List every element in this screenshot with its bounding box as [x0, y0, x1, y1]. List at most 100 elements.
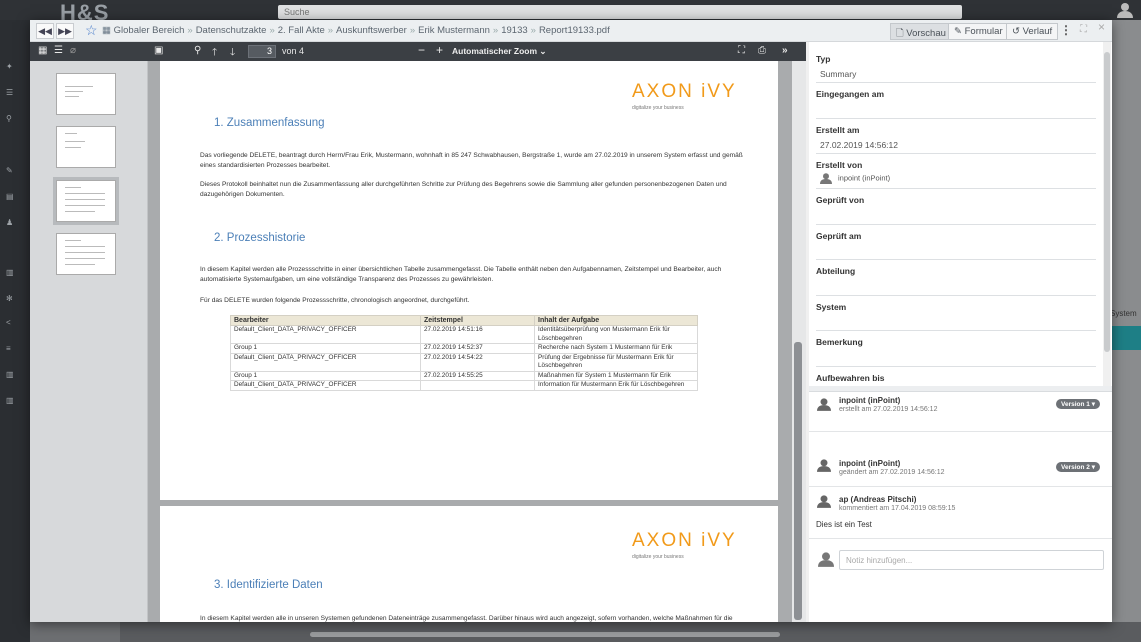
user-avatar-icon: [817, 398, 831, 411]
outline-view-icon[interactable]: ☰: [54, 45, 63, 56]
table-cell: 27.02.2019 14:51:16: [420, 325, 535, 344]
sidebar-icon[interactable]: ▥: [6, 268, 14, 277]
table-cell: Identitätsüberprüfung von Mustermann Eri…: [534, 325, 698, 344]
sidebar-icon[interactable]: ▤: [6, 192, 14, 201]
form-scrollbar-thumb[interactable]: [1104, 52, 1110, 352]
breadcrumb-item[interactable]: Auskunftswerber: [336, 25, 407, 36]
page-count: von 4: [282, 46, 305, 56]
section-heading: 2. Prozesshistorie: [214, 232, 306, 244]
global-search-input[interactable]: Suche: [278, 5, 962, 19]
table-row: Default_Client_DATA_PRIVACY_OFFICER 27.02…: [230, 352, 698, 372]
close-icon[interactable]: ×: [1098, 20, 1105, 34]
tools-menu-icon[interactable]: »: [782, 45, 788, 56]
geprueft-am-field[interactable]: [816, 259, 1096, 260]
history-tab-button[interactable]: ↺ Verlauf: [1006, 23, 1059, 40]
preview-tab-button[interactable]: 🗋 Vorschau: [890, 23, 952, 40]
sidebar-icon[interactable]: ✦: [6, 62, 13, 71]
table-row: Group 1 27.02.2019 14:52:37 Recherche nach…: [230, 343, 698, 354]
page-thumbnail[interactable]: [56, 73, 116, 115]
axon-ivy-logo: AXON iVY: [632, 81, 737, 103]
history-icon: ↺: [1012, 26, 1020, 37]
field-label: Erstellt am: [816, 125, 860, 135]
page-thumbnail[interactable]: [56, 126, 116, 168]
user-avatar-icon[interactable]: [1116, 2, 1134, 18]
chevron-down-icon: ▾: [1091, 401, 1095, 408]
field-label: Geprüft von: [816, 195, 865, 205]
fullscreen-icon[interactable]: ⛶: [1080, 24, 1087, 35]
sidebar-icon[interactable]: ✎: [6, 166, 13, 175]
zoom-select[interactable]: Automatischer Zoom ⌄: [452, 46, 547, 57]
forward-button[interactable]: ▶▶: [56, 23, 74, 39]
background-scrollbar[interactable]: [310, 632, 780, 637]
page-number-input[interactable]: 3: [248, 45, 276, 58]
history-entry: ap (Andreas Pitschi) kommentiert am 17.0…: [809, 487, 1112, 539]
search-icon[interactable]: ⚲: [6, 114, 12, 123]
section-heading: 1. Zusammenfassung: [214, 117, 325, 129]
arrow-down-icon[interactable]: 🡓: [230, 45, 235, 62]
favorite-star-icon[interactable]: ☆: [85, 22, 98, 39]
table-cell: Maßnahmen für System 1 Mustermann für Er…: [534, 370, 698, 381]
pane-splitter[interactable]: [809, 386, 1112, 392]
file-icon: 🗋: [896, 28, 904, 39]
table-cell: Prüfung der Ergebnisse für Mustermann Er…: [534, 352, 698, 372]
sidebar-icon[interactable]: ▥: [6, 370, 14, 379]
search-icon[interactable]: ⚲: [194, 45, 201, 56]
zoom-in-icon[interactable]: +: [436, 43, 443, 57]
page-thumbnail[interactable]: [56, 233, 116, 275]
field-label: Aufbewahren bis: [816, 373, 885, 383]
toggle-sidebar-icon[interactable]: ▣: [154, 45, 163, 56]
table-cell: Information für Mustermann Erik für Lösc…: [534, 380, 698, 391]
form-tab-button[interactable]: ✎ Formular: [948, 23, 1009, 40]
print-icon[interactable]: ⎙: [758, 45, 766, 56]
system-field[interactable]: [816, 330, 1096, 331]
modal-topbar: ◀◀ ▶▶ ☆ ▦ Globaler Bereich» Datenschutzak…: [30, 20, 1112, 42]
abteilung-field[interactable]: [816, 295, 1096, 296]
sidebar-icon[interactable]: ♟: [6, 218, 13, 227]
add-note-input[interactable]: Notiz hinzufügen...: [839, 550, 1104, 570]
table-cell: 27.02.2019 14:52:37: [420, 343, 535, 354]
presentation-mode-icon[interactable]: ⛶: [738, 45, 745, 56]
table-cell: Default_Client_DATA_PRIVACY_OFFICER: [230, 352, 421, 372]
share-icon[interactable]: <: [6, 318, 11, 327]
erstellt-von-field[interactable]: inpoint (inPoint): [820, 173, 890, 184]
breadcrumb-item[interactable]: Erik Mustermann: [418, 25, 490, 36]
pdf-viewer[interactable]: AXON iVY digitalize your business 1. Zus…: [148, 61, 806, 622]
thumbnails-view-icon[interactable]: ▦: [38, 45, 47, 56]
breadcrumb-item[interactable]: 19133: [501, 25, 527, 36]
attachments-icon[interactable]: ⌀: [70, 45, 76, 56]
table-cell: Group 1: [230, 370, 421, 381]
zoom-out-icon[interactable]: −: [418, 43, 425, 57]
page-thumbnails: [30, 61, 148, 622]
viewer-scrollbar-thumb[interactable]: [794, 342, 802, 620]
breadcrumb-item[interactable]: Globaler Bereich: [114, 25, 185, 36]
pdf-toolbar: ▦ ☰ ⌀ ▣ ⚲ 🡑 🡓 3 von 4 − + Automatischer …: [30, 42, 806, 61]
bemerkung-field[interactable]: [816, 366, 1096, 367]
page-thumbnail-selected[interactable]: [53, 177, 119, 225]
sidebar-icon[interactable]: ☰: [6, 88, 13, 97]
back-button[interactable]: ◀◀: [36, 23, 54, 39]
sidebar-icon[interactable]: ▥: [6, 396, 14, 405]
erstellt-am-field[interactable]: 27.02.2019 14:56:12: [820, 140, 898, 150]
folder-icon: ▦: [102, 25, 114, 36]
history-entry: inpoint (inPoint) geändert am 27.02.2019…: [809, 432, 1112, 487]
metadata-pane: Typ Summary Eingegangen am Erstellt am 2…: [809, 42, 1112, 622]
logo-text: AXON: [632, 530, 694, 551]
table-cell: Default_Client_DATA_PRIVACY_OFFICER: [230, 380, 421, 391]
breadcrumb-item[interactable]: Report19133.pdf: [539, 25, 610, 36]
version-badge[interactable]: Version 2 ▾: [1056, 462, 1100, 472]
breadcrumb-item[interactable]: Datenschutzakte: [196, 25, 267, 36]
sidebar-icon[interactable]: ✻: [6, 294, 13, 303]
sidebar-icon[interactable]: ≡: [6, 344, 11, 353]
geprueft-von-field[interactable]: [816, 224, 1096, 225]
metadata-form: Typ Summary Eingegangen am Erstellt am 2…: [809, 42, 1112, 386]
more-options-icon[interactable]: ⋮: [1060, 23, 1072, 37]
typ-field[interactable]: Summary: [820, 69, 856, 79]
table-cell: [420, 380, 535, 391]
breadcrumb-item[interactable]: 2. Fall Akte: [278, 25, 325, 36]
table-cell: Group 1: [230, 343, 421, 354]
eingegangen-field[interactable]: [816, 118, 1096, 119]
field-label: Erstellt von: [816, 160, 863, 170]
version-badge[interactable]: Version 1 ▾: [1056, 399, 1100, 409]
arrow-up-icon[interactable]: 🡑: [212, 45, 217, 62]
pdf-page: AXON iVY digitalize your business 3. Ide…: [160, 506, 778, 622]
